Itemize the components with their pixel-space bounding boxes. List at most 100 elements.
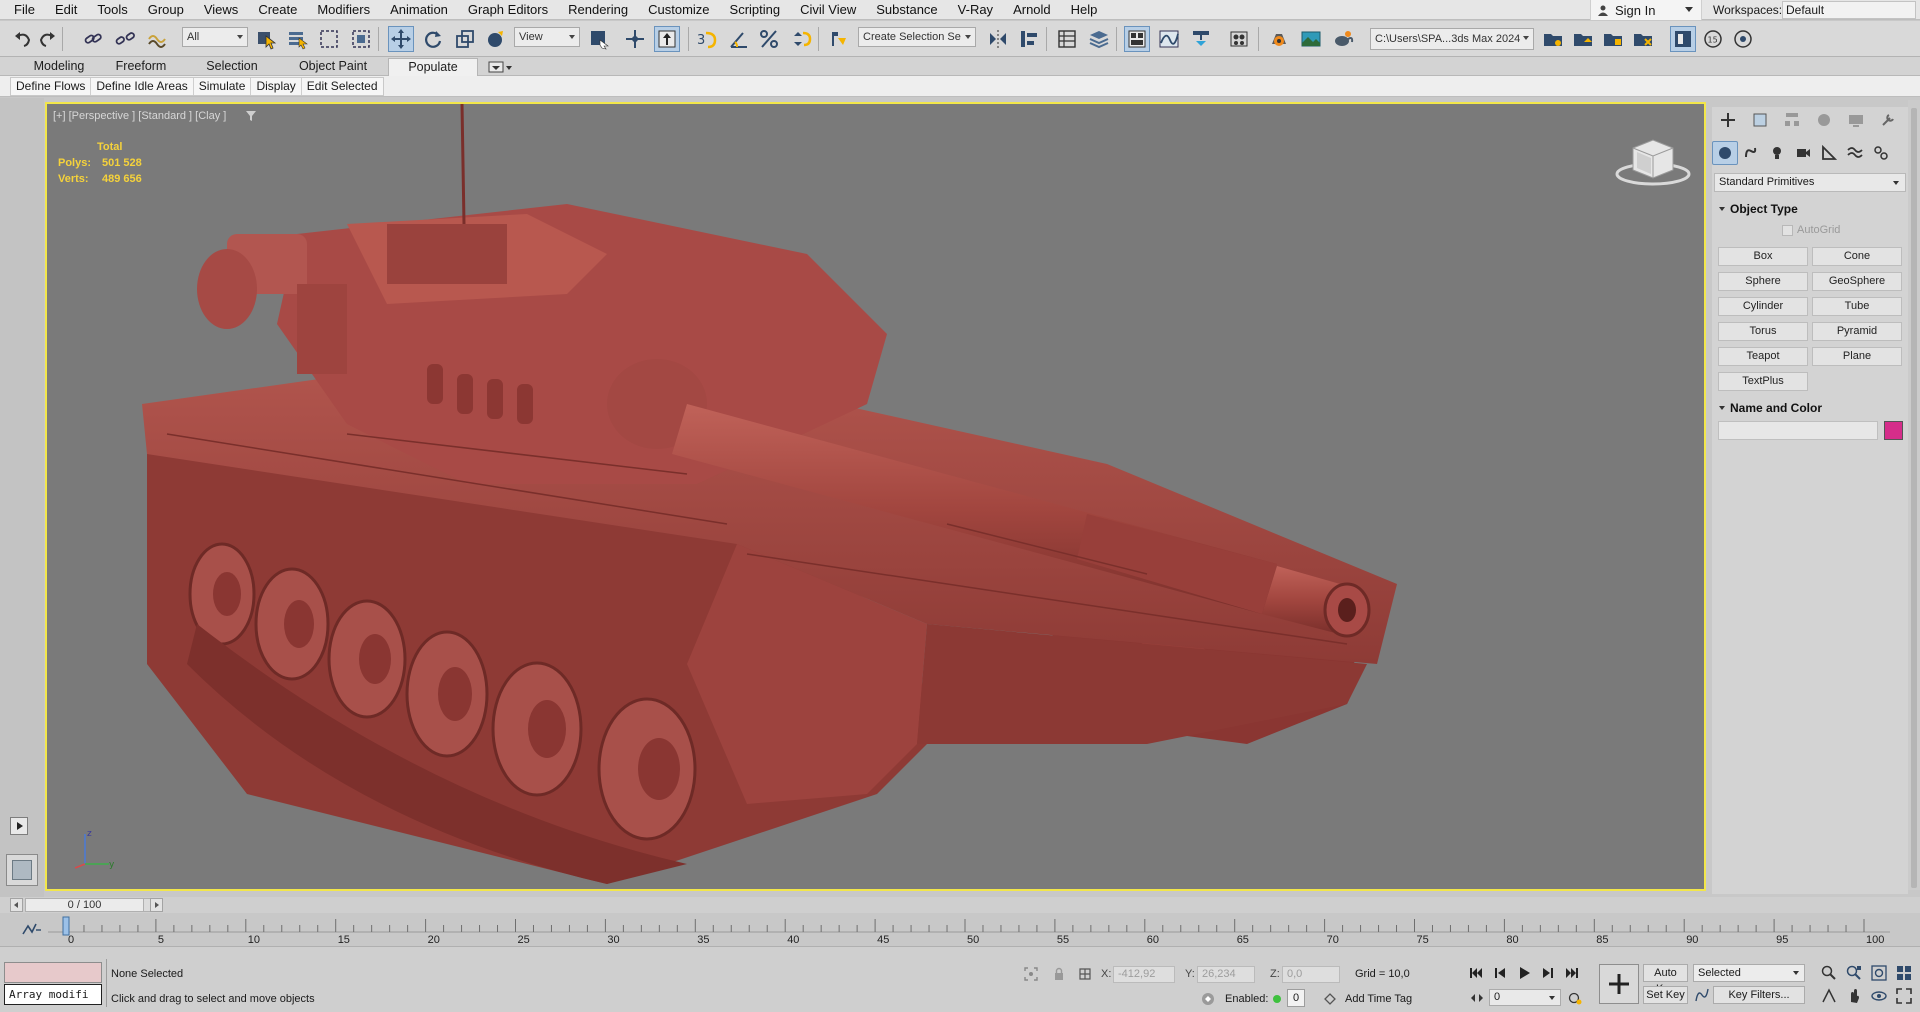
- named-selection-sets-dropdown[interactable]: Create Selection Se: [858, 27, 976, 47]
- menu-file[interactable]: File: [6, 0, 47, 20]
- set-project-folder-button[interactable]: [1540, 26, 1566, 52]
- mirror-button[interactable]: [985, 26, 1011, 52]
- box-button[interactable]: Box: [1718, 247, 1808, 266]
- menu-substance[interactable]: Substance: [868, 0, 949, 20]
- time-slider-track[interactable]: 0 / 100: [25, 898, 163, 912]
- pan-view-icon[interactable]: [1846, 988, 1862, 1004]
- cone-button[interactable]: Cone: [1812, 247, 1902, 266]
- x-coordinate-input[interactable]: -412,92: [1113, 966, 1175, 983]
- menu-help[interactable]: Help: [1063, 0, 1110, 20]
- zoom-icon[interactable]: [1821, 965, 1837, 981]
- history-15-button[interactable]: 15: [1700, 26, 1726, 52]
- play-button[interactable]: [1514, 964, 1534, 982]
- toggle-ribbon-button[interactable]: [1124, 26, 1150, 52]
- menu-graph-editors[interactable]: Graph Editors: [460, 0, 560, 20]
- field-of-view-icon[interactable]: [1821, 988, 1837, 1004]
- workspaces-dropdown[interactable]: Default: [1782, 1, 1916, 19]
- set-key-button[interactable]: Set Key: [1643, 986, 1688, 1004]
- use-pivot-center-button[interactable]: [586, 26, 612, 52]
- menu-animation[interactable]: Animation: [382, 0, 460, 20]
- selection-filter-dropdown[interactable]: All: [182, 27, 248, 47]
- helpers-category[interactable]: [1816, 141, 1842, 165]
- next-frame-button[interactable]: [150, 898, 163, 912]
- select-and-place-button[interactable]: [482, 26, 508, 52]
- select-and-scale-button[interactable]: [452, 26, 478, 52]
- zoom-extents-all-icon[interactable]: [1896, 965, 1912, 981]
- track-bar[interactable]: 0 5 10 15 20 25 30 35 40 45 50 55 60 65 70 75 80 85 90 95 10…: [0, 913, 1920, 947]
- autogrid-checkbox[interactable]: AutoGrid: [1782, 224, 1840, 236]
- window-crossing-button[interactable]: [348, 26, 374, 52]
- geosphere-button[interactable]: GeoSphere: [1812, 272, 1902, 291]
- lights-category[interactable]: [1764, 141, 1790, 165]
- object-type-rollout[interactable]: Object Type: [1714, 200, 1906, 218]
- define-flows-button[interactable]: Define Flows: [11, 78, 92, 95]
- scrollbar-thumb[interactable]: [1911, 108, 1917, 888]
- previous-frame-playback-button[interactable]: [1490, 964, 1510, 982]
- key-filters-button[interactable]: Key Filters...: [1713, 986, 1805, 1004]
- reference-coordinate-dropdown[interactable]: View: [514, 27, 580, 47]
- enabled-value-field[interactable]: 0: [1287, 989, 1305, 1007]
- align-button[interactable]: [1016, 26, 1042, 52]
- viewport-layout-button[interactable]: [6, 854, 38, 886]
- set-keys-button[interactable]: [1599, 964, 1639, 1004]
- hierarchy-tab[interactable]: [1776, 107, 1808, 133]
- select-manipulate-button[interactable]: [622, 26, 648, 52]
- adaptive-degradation-icon[interactable]: [1201, 992, 1215, 1006]
- mini-curve-editor-icon[interactable]: [22, 922, 42, 936]
- pyramid-button[interactable]: Pyramid: [1812, 322, 1902, 341]
- ribbon-options-icon[interactable]: [488, 60, 514, 74]
- viewport-label-menu[interactable]: [+] [Perspective ] [Standard ] [Clay ]: [53, 110, 226, 122]
- menu-views[interactable]: Views: [196, 0, 250, 20]
- material-editor-button[interactable]: [1226, 26, 1252, 52]
- menu-rendering[interactable]: Rendering: [560, 0, 640, 20]
- bind-space-warp-button[interactable]: [144, 26, 170, 52]
- modify-tab[interactable]: [1744, 107, 1776, 133]
- snaps-toggle-button[interactable]: 3: [694, 26, 720, 52]
- time-configuration-icon[interactable]: [1568, 991, 1582, 1005]
- add-time-tag-button[interactable]: Add Time Tag: [1345, 993, 1412, 1005]
- menu-edit[interactable]: Edit: [47, 0, 89, 20]
- textplus-button[interactable]: TextPlus: [1718, 372, 1808, 391]
- link-button[interactable]: [80, 26, 106, 52]
- menu-modifiers[interactable]: Modifiers: [309, 0, 382, 20]
- teapot-button[interactable]: Teapot: [1718, 347, 1808, 366]
- percent-snap-button[interactable]: [756, 26, 782, 52]
- absolute-mode-icon[interactable]: [1078, 967, 1092, 981]
- tube-button[interactable]: Tube: [1812, 297, 1902, 316]
- help-search-button[interactable]: [1730, 26, 1756, 52]
- cylinder-button[interactable]: Cylinder: [1718, 297, 1808, 316]
- open-project-button[interactable]: [1570, 26, 1596, 52]
- project-folder-dropdown[interactable]: C:\Users\SPA...3ds Max 2024: [1370, 28, 1534, 50]
- go-to-start-button[interactable]: [1466, 964, 1486, 982]
- isolate-selection-icon[interactable]: [1024, 967, 1038, 981]
- select-and-rotate-button[interactable]: [420, 26, 446, 52]
- maxscript-listener-output[interactable]: [4, 962, 102, 983]
- display-tab[interactable]: [1840, 107, 1872, 133]
- toggle-scene-explorer-button[interactable]: [1670, 26, 1696, 52]
- tab-selection[interactable]: Selection: [196, 58, 268, 76]
- select-by-name-button[interactable]: [285, 26, 311, 52]
- layer-explorer-button[interactable]: [1086, 26, 1112, 52]
- expand-viewport-layouts-button[interactable]: [10, 817, 28, 835]
- select-object-button[interactable]: [254, 26, 280, 52]
- utilities-tab[interactable]: [1872, 107, 1904, 133]
- select-and-move-button[interactable]: [388, 26, 414, 52]
- save-project-button[interactable]: [1600, 26, 1626, 52]
- menu-group[interactable]: Group: [140, 0, 196, 20]
- menu-arnold[interactable]: Arnold: [1005, 0, 1063, 20]
- sphere-button[interactable]: Sphere: [1718, 272, 1808, 291]
- curve-editor-button[interactable]: [1156, 26, 1182, 52]
- primitive-type-dropdown[interactable]: Standard Primitives: [1714, 173, 1906, 192]
- render-setup-button[interactable]: [1266, 26, 1292, 52]
- define-idle-areas-button[interactable]: Define Idle Areas: [91, 78, 194, 95]
- zoom-all-icon[interactable]: [1846, 965, 1862, 981]
- simulate-button[interactable]: Simulate: [194, 78, 252, 95]
- lock-icon[interactable]: [1052, 967, 1066, 981]
- unlink-button[interactable]: [112, 26, 138, 52]
- shapes-category[interactable]: [1738, 141, 1764, 165]
- edit-selected-button[interactable]: Edit Selected: [302, 78, 383, 95]
- schematic-view-button[interactable]: [1188, 26, 1214, 52]
- tab-modeling[interactable]: Modeling: [22, 58, 96, 76]
- keyboard-shortcut-override-button[interactable]: [654, 26, 680, 52]
- auto-key-button[interactable]: Auto Key: [1643, 964, 1688, 995]
